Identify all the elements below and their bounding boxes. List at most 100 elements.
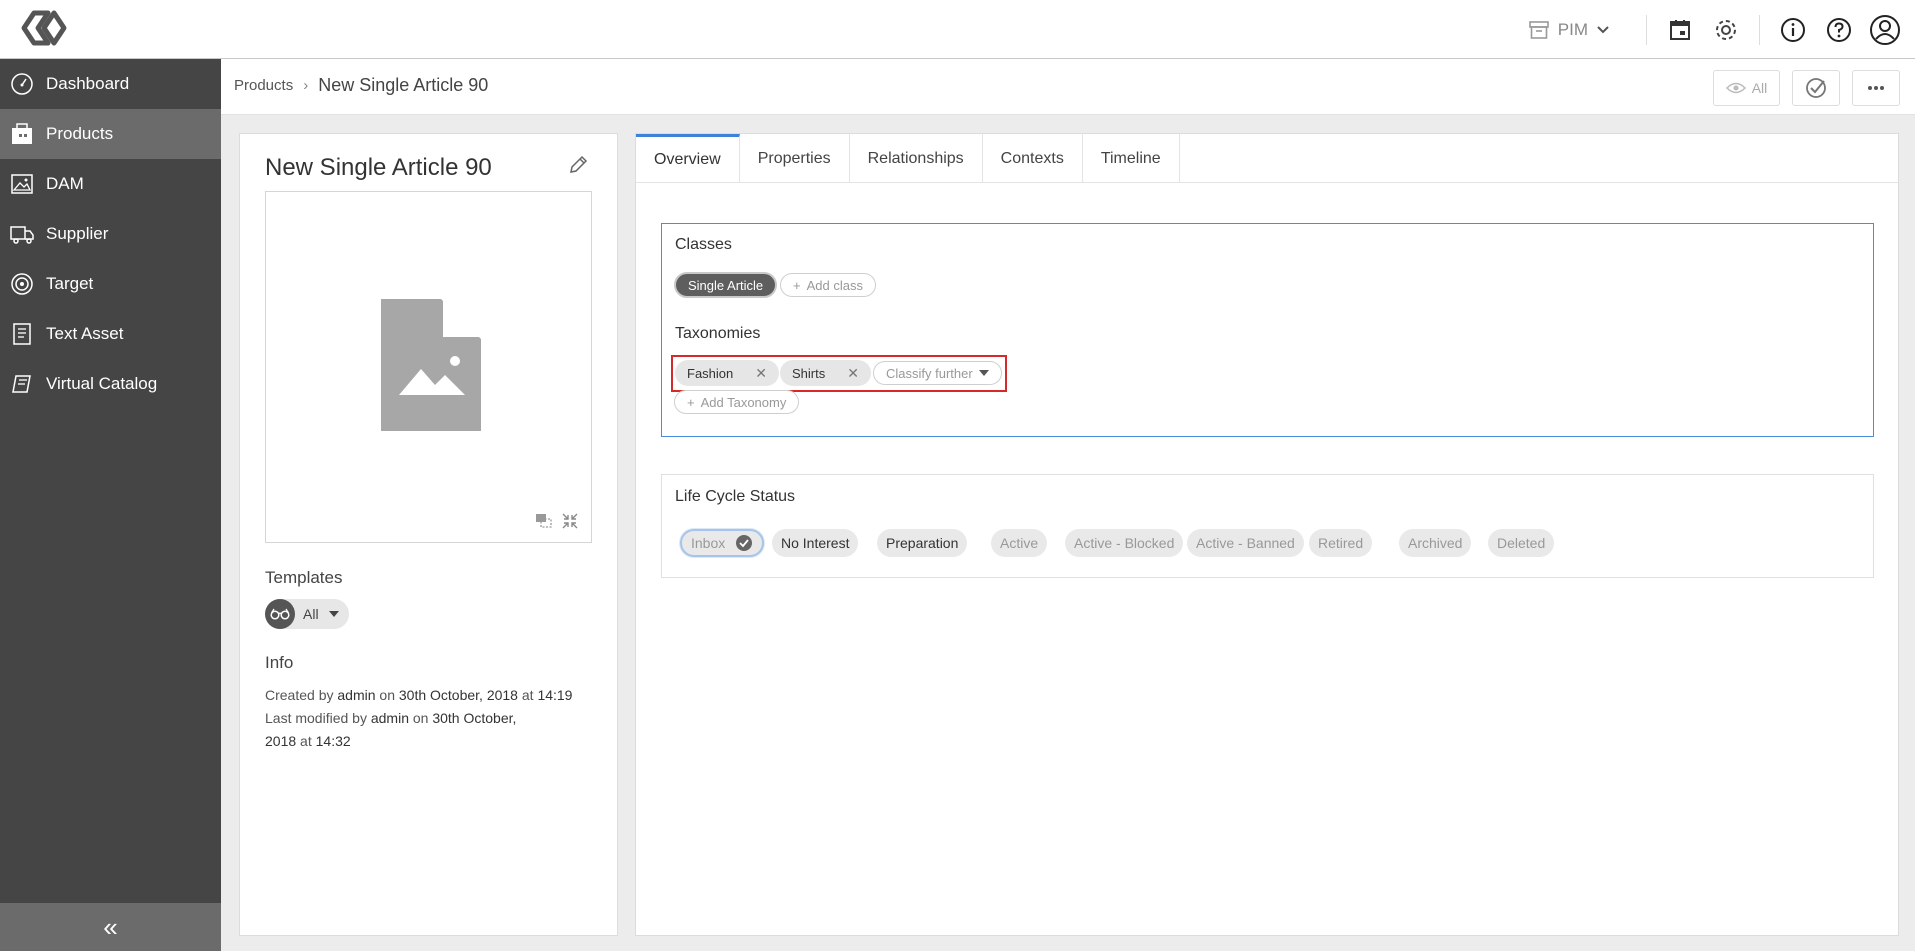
sidebar-item-text-asset[interactable]: Text Asset [0,309,221,359]
lifecycle-status-no-interest[interactable]: No Interest [772,529,859,557]
divider [1759,14,1760,45]
breadcrumb-current: New Single Article 90 [318,75,489,95]
check-button[interactable] [1792,70,1840,106]
modified-at-word: at [300,733,312,749]
breadcrumb-bar: Products › New Single Article 90 All [221,59,1915,115]
sidebar-item-dashboard[interactable]: Dashboard [0,59,221,109]
calendar-icon[interactable] [1664,14,1696,46]
product-image [265,191,592,543]
add-taxonomy-label: Add Taxonomy [700,394,787,410]
add-class-button[interactable]: + Add class [780,273,876,297]
sidebar-item-dam[interactable]: DAM [0,159,221,209]
lifecycle-status-active[interactable]: Active [991,529,1048,557]
sidebar-item-products[interactable]: Products [0,109,221,159]
modified-info: Last modified by admin on 30th October, … [265,707,565,753]
sidebar-item-virtual-catalog[interactable]: Virtual Catalog [0,359,221,409]
templates-label: Templates [265,568,343,587]
document-icon [8,320,36,348]
class-chip[interactable]: Single Article [674,272,778,298]
top-bar: PIM [0,0,1915,59]
sidebar-item-label: Dashboard [46,74,130,93]
image-placeholder-icon [381,299,481,436]
gauge-icon [8,70,36,98]
info-label: Info [265,653,294,672]
divider [1646,14,1647,45]
app-switcher-label: PIM [1557,19,1588,39]
plus-icon: + [687,394,695,410]
image-swap-icon[interactable] [535,512,553,528]
tab-properties[interactable]: Properties [740,134,850,183]
tab-contexts[interactable]: Contexts [983,134,1083,183]
check-circle-icon [736,535,753,551]
chevron-down-icon [1597,25,1609,33]
glasses-icon [265,599,295,629]
plus-icon: + [793,277,801,293]
truck-icon [8,220,36,248]
product-title: New Single Article 90 [265,154,492,181]
lifecycle-status-deleted[interactable]: Deleted [1488,529,1555,557]
sidebar-item-label: Products [46,124,114,143]
lifecycle-status-archived[interactable]: Archived [1399,529,1472,557]
template-selector[interactable]: All [265,599,349,629]
modified-year: 2018 [265,733,297,749]
more-options-button[interactable] [1852,70,1900,106]
lifecycle-status-retired[interactable]: Retired [1309,529,1373,557]
sidebar-collapse-button[interactable]: « [0,903,221,951]
modified-time: 14:32 [315,733,351,749]
breadcrumb-link-products[interactable]: Products [234,77,293,94]
lifecycle-status-label: Inbox [691,535,726,551]
view-filter-label: All [1751,80,1768,96]
modified-date: 30th October, [432,710,517,726]
caret-down-icon [978,370,989,376]
double-chevron-left-icon: « [103,911,118,942]
sidebar-item-label: Virtual Catalog [46,374,158,393]
tab-overview[interactable]: Overview [636,134,740,183]
view-filter-button[interactable]: All [1713,70,1780,106]
taxonomy-chip-label: Fashion [687,365,734,381]
gear-icon[interactable] [1710,14,1742,46]
app-logo[interactable] [20,9,68,47]
lifecycle-status-active-blocked[interactable]: Active - Blocked [1065,529,1184,557]
created-info: Created by admin on 30th October, 2018 a… [265,684,595,707]
add-class-label: Add class [806,277,863,293]
taxonomy-chip-fashion[interactable]: Fashion ✕ [675,360,779,386]
taxonomy-chip-label: Shirts [792,365,826,381]
archive-icon [1528,20,1549,39]
lifecycle-status-preparation[interactable]: Preparation [877,529,968,557]
breadcrumb: Products › New Single Article 90 [234,75,488,96]
add-taxonomy-button[interactable]: + Add Taxonomy [674,390,800,414]
sidebar-item-supplier[interactable]: Supplier [0,209,221,259]
app-switcher[interactable]: PIM [1528,19,1610,41]
lifecycle-card: Life Cycle Status Inbox No Interest Prep… [661,474,1874,578]
created-time: 14:19 [537,687,573,703]
modified-user: admin [370,710,409,726]
collapse-icon[interactable] [561,512,579,530]
user-icon[interactable] [1869,14,1901,46]
help-icon[interactable] [1823,14,1855,46]
info-icon[interactable] [1777,14,1809,46]
product-summary-panel: New Single Article 90 Templates All Info… [239,133,618,936]
created-date: 30th October, 2018 [398,687,518,703]
eye-icon [1725,82,1746,94]
check-circle-icon [1806,78,1826,98]
tab-timeline[interactable]: Timeline [1083,134,1180,183]
lifecycle-status-inbox[interactable]: Inbox [680,529,765,557]
modified-on-word: on [412,710,429,726]
modified-prefix: Last modified by [265,710,367,726]
taxonomy-chip-shirts[interactable]: Shirts ✕ [780,360,871,386]
pencil-icon[interactable] [567,154,589,176]
catalog-icon [8,370,36,398]
sidebar-item-target[interactable]: Target [0,259,221,309]
classify-further-dropdown[interactable]: Classify further [873,361,1002,385]
close-icon[interactable]: ✕ [755,365,767,382]
close-icon[interactable]: ✕ [847,365,859,382]
sidebar-item-label: Target [46,274,94,293]
image-tools [535,512,579,530]
created-on-word: on [379,687,395,703]
lifecycle-status-active-banned[interactable]: Active - Banned [1187,529,1304,557]
tab-relationships[interactable]: Relationships [850,134,983,183]
lifecycle-title: Life Cycle Status [675,488,796,505]
caret-down-icon [328,611,339,617]
template-value: All [303,606,319,622]
ellipsis-icon [1868,86,1884,90]
